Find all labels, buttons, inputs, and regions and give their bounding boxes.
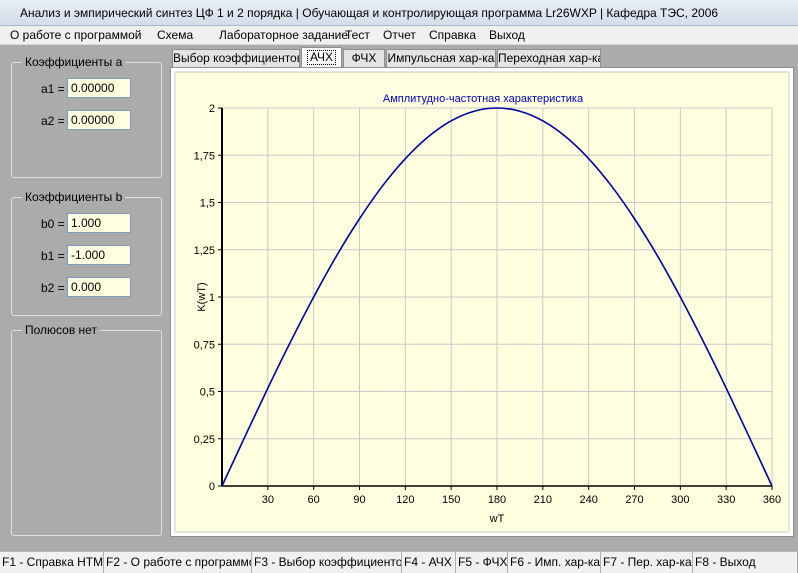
data-point: [496, 107, 498, 109]
b2-input[interactable]: [67, 277, 131, 297]
y-tick-label: 1,75: [194, 150, 215, 162]
b2-label: b2 =: [41, 281, 65, 295]
status-amplitude[interactable]: F4 - АЧХ: [402, 552, 456, 573]
status-phase[interactable]: F5 - ФЧХ: [456, 552, 508, 573]
menu-lab-task[interactable]: Лабораторное задание: [219, 28, 348, 42]
x-tick-label: 240: [579, 494, 597, 506]
x-tick-label: 300: [671, 494, 689, 506]
data-point: [519, 110, 521, 112]
tab-impulse-response[interactable]: Импульсная хар-ка: [386, 49, 496, 67]
x-tick-label: 270: [625, 494, 643, 506]
data-point: [656, 255, 658, 257]
a2-input[interactable]: [67, 110, 131, 130]
data-point: [771, 485, 773, 487]
tab-coefficients[interactable]: Выбор коэффициентов: [172, 49, 300, 67]
x-tick-label: 330: [717, 494, 735, 506]
x-tick-label: 30: [262, 494, 274, 506]
y-axis-label: K(wT): [196, 282, 208, 311]
data-point: [450, 120, 452, 122]
poles-title: Полюсов нет: [22, 323, 100, 337]
status-impulse[interactable]: F6 - Имп. хар-ка: [508, 552, 601, 573]
tab-coefficients-label: Выбор коэффициентов: [173, 51, 300, 65]
coefficients-b-group: Коэффициенты b b0 = b1 = b2 =: [11, 190, 162, 316]
coefficients-a-group: Коэффициенты a a1 = a2 =: [11, 55, 162, 178]
x-tick-label: 210: [534, 494, 552, 506]
title-bar: Анализ и эмпирический синтез ЦФ 1 и 2 по…: [0, 0, 798, 26]
data-point: [634, 218, 636, 220]
b0-input[interactable]: [67, 213, 131, 233]
y-tick-label: 2: [209, 103, 215, 115]
coefficients-b-title: Коэффициенты b: [22, 190, 126, 204]
y-tick-label: 0,75: [194, 339, 215, 351]
status-about[interactable]: F2 - О работе с программой: [104, 552, 252, 573]
a1-input[interactable]: [67, 78, 131, 98]
amplitude-chart: 0 0,25 0,5 0,75 1 1,25 1,5 1,75 2 30 60 90 120 150 180…: [174, 71, 790, 533]
data-point: [404, 158, 406, 160]
poles-group: Полюсов нет: [11, 323, 162, 536]
x-tick-label: 120: [396, 494, 414, 506]
menu-scheme[interactable]: Схема: [157, 28, 193, 42]
data-point: [359, 218, 361, 220]
status-exit[interactable]: F8 - Выход: [693, 552, 798, 573]
tab-amplitude-response[interactable]: АЧХ: [301, 47, 342, 68]
data-point: [381, 185, 383, 187]
tab-step-response[interactable]: Переходная хар-ка: [497, 49, 601, 67]
status-coefficients[interactable]: F3 - Выбор коэффициентов: [252, 552, 402, 573]
data-point: [611, 185, 613, 187]
chart-title: Амплитудно-частотная характеристика: [383, 93, 584, 105]
a1-label: a1 =: [41, 82, 65, 96]
plot-background: [174, 71, 790, 533]
tab-panel: 0 0,25 0,5 0,75 1 1,25 1,5 1,75 2 30 60 90 120 150 180…: [170, 67, 794, 537]
y-tick-label: 1,25: [194, 245, 215, 257]
menu-help[interactable]: Справка: [429, 28, 476, 42]
data-point: [748, 436, 750, 438]
data-point: [565, 136, 567, 138]
data-point: [290, 340, 292, 342]
tab-amplitude-response-label: АЧХ: [306, 50, 337, 65]
b1-input[interactable]: [67, 245, 131, 265]
data-point: [702, 340, 704, 342]
data-point: [336, 255, 338, 257]
data-point: [221, 485, 223, 487]
status-bar: F1 - Справка HTML F2 - О работе с програ…: [0, 551, 798, 573]
window-title: Анализ и эмпирический синтез ЦФ 1 и 2 по…: [20, 6, 719, 20]
menu-bar: О работе с программой Схема Лабораторное…: [0, 26, 798, 45]
b0-label: b0 =: [41, 217, 65, 231]
data-point: [542, 120, 544, 122]
b1-label: b1 =: [41, 249, 65, 263]
x-tick-label: 60: [308, 494, 320, 506]
data-point: [473, 110, 475, 112]
tab-step-response-label: Переходная хар-ка: [498, 51, 601, 65]
menu-exit[interactable]: Выход: [489, 28, 525, 42]
a2-label: a2 =: [41, 114, 65, 128]
x-tick-label: 180: [488, 494, 506, 506]
tab-phase-response[interactable]: ФЧХ: [343, 49, 385, 67]
y-tick-label: 0,25: [194, 434, 215, 446]
menu-test[interactable]: Тест: [345, 28, 370, 42]
y-tick-label: 0,5: [200, 387, 215, 399]
y-tick-label: 0: [209, 481, 215, 493]
tab-impulse-response-label: Импульсная хар-ка: [387, 51, 495, 65]
data-point: [679, 296, 681, 298]
x-tick-label: 360: [763, 494, 781, 506]
data-point: [725, 387, 727, 389]
x-tick-label: 150: [442, 494, 460, 506]
coefficients-a-title: Коэффициенты a: [22, 55, 126, 69]
x-axis-label: wT: [489, 513, 505, 525]
status-help-html[interactable]: F1 - Справка HTML: [0, 552, 104, 573]
data-point: [313, 296, 315, 298]
y-tick-label: 1: [209, 292, 215, 304]
data-point: [588, 158, 590, 160]
menu-report[interactable]: Отчет: [383, 28, 416, 42]
menu-about[interactable]: О работе с программой: [10, 28, 141, 42]
tab-phase-response-label: ФЧХ: [351, 51, 377, 65]
x-tick-label: 90: [353, 494, 365, 506]
data-point: [267, 387, 269, 389]
y-tick-label: 1,5: [200, 198, 215, 210]
data-point: [427, 136, 429, 138]
status-step[interactable]: F7 - Пер. хар-ка: [601, 552, 693, 573]
data-point: [244, 436, 246, 438]
